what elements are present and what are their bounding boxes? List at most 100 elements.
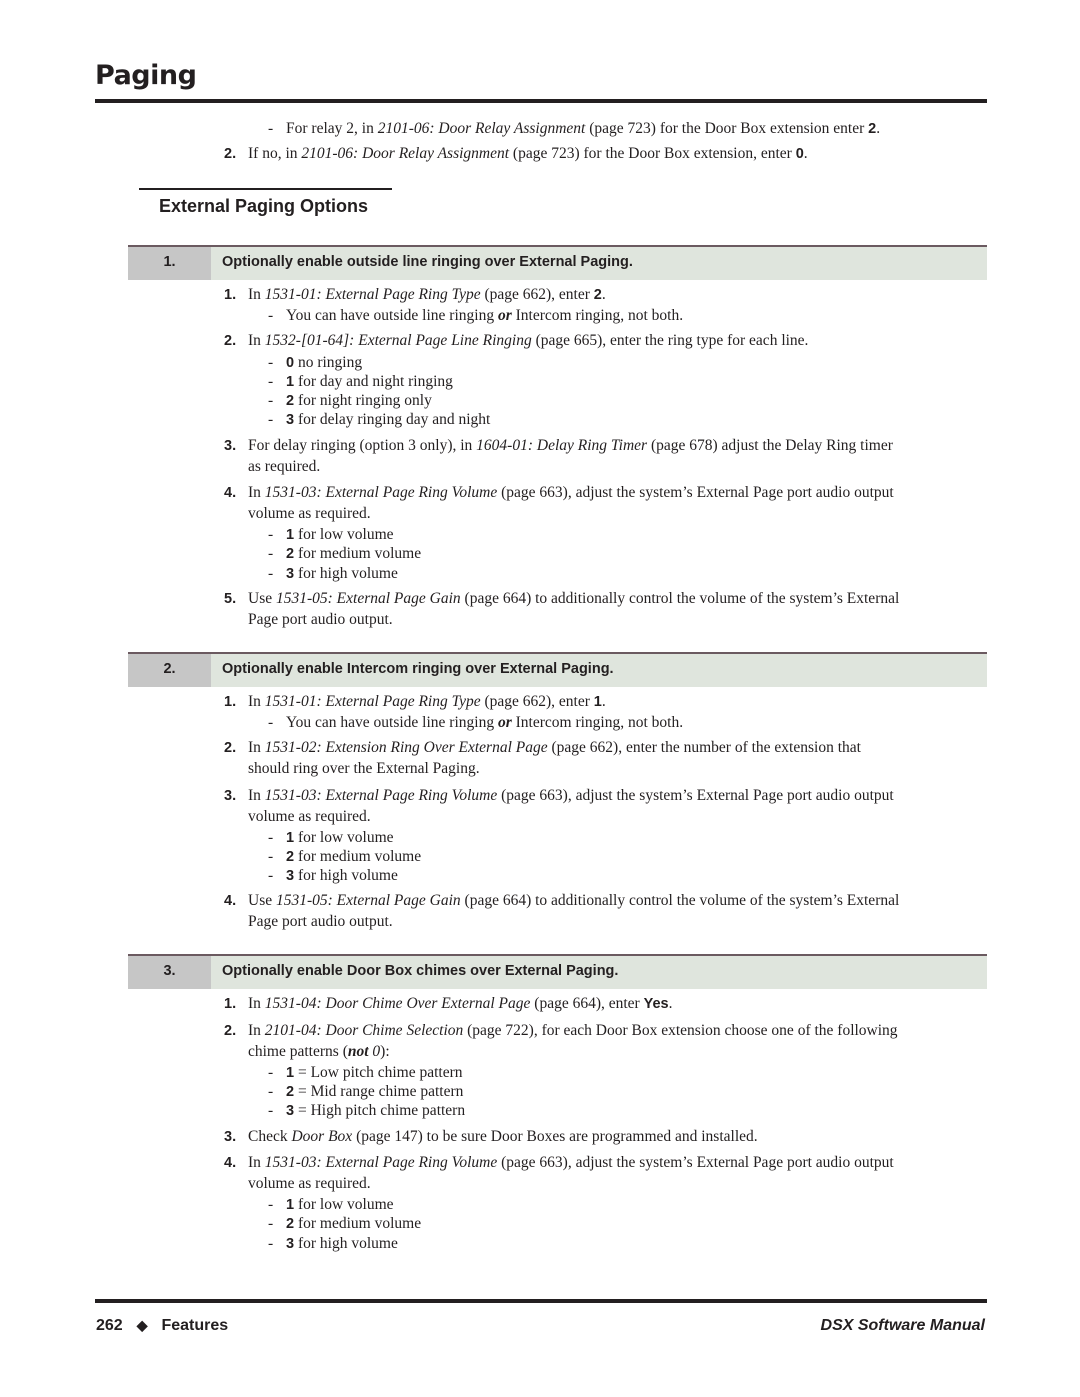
cross-reference-link[interactable]: 1531-05: External Page Gain	[276, 892, 461, 909]
cross-reference-link[interactable]: 1531-03: External Page Ring Volume	[265, 787, 497, 804]
list-item: 2. In 2101-04: Door Chime Selection (page…	[224, 1021, 898, 1041]
text: (page 678) adjust the Delay Ring timer	[647, 437, 893, 454]
item-number: 1.	[224, 996, 237, 1012]
text: If no, in	[248, 145, 302, 162]
list-item: 2. In 1531-02: Extension Ring Over Extern…	[224, 738, 861, 758]
step-number: 3.	[128, 956, 211, 989]
text: (page 662), enter	[480, 286, 594, 303]
text: (page 663), adjust the system’s External…	[497, 1154, 894, 1171]
option-value: 3	[286, 868, 295, 884]
cross-reference-link[interactable]: 1531-01: External Page Ring Type	[265, 693, 481, 710]
list-item: 5. Use 1531-05: External Page Gain (page …	[224, 589, 899, 609]
item-number: 3.	[224, 1129, 237, 1145]
list-item-continuation: volume as required.	[248, 1175, 371, 1192]
text: .	[601, 286, 606, 303]
text: (page 723) for the Door Box extension en…	[585, 120, 869, 137]
text: In	[248, 787, 265, 804]
cross-reference-link[interactable]: 2101-06: Door Relay Assignment	[378, 120, 586, 137]
option-value: 3	[286, 1103, 295, 1119]
cross-reference-link[interactable]: 2101-06: Door Relay Assignment	[301, 145, 509, 162]
manual-title: DSX Software Manual	[820, 1317, 985, 1334]
list-item: 4. In 1531-03: External Page Ring Volume …	[224, 1153, 894, 1173]
option-item: -2 for night ringing only	[268, 392, 432, 409]
text: .	[803, 145, 808, 162]
cross-reference-link[interactable]: 1531-03: External Page Ring Volume	[265, 484, 497, 501]
step-header: 3. Optionally enable Door Box chimes ove…	[128, 954, 987, 989]
list-item: 1. In 1531-01: External Page Ring Type (p…	[224, 285, 606, 305]
text: 0	[368, 1043, 381, 1060]
option-value: 1	[286, 527, 295, 543]
text: In	[248, 693, 265, 710]
text: Use	[248, 892, 276, 909]
step-header: 2. Optionally enable Intercom ringing ov…	[128, 652, 987, 687]
option-text: = Low pitch chime pattern	[294, 1064, 463, 1081]
list-item: 3. For delay ringing (option 3 only), in …	[224, 436, 893, 456]
step-number: 2.	[128, 654, 211, 687]
option-item: -1 for low volume	[268, 526, 394, 543]
option-text: for medium volume	[294, 848, 422, 865]
step-number: 1.	[128, 247, 211, 280]
value: Yes	[643, 996, 669, 1012]
text: (page 722), for each Door Box extension …	[463, 1022, 898, 1039]
text: (page 723) for the Door Box extension, e…	[509, 145, 796, 162]
title-rule	[95, 99, 987, 103]
item-number: 3.	[224, 788, 237, 804]
list-item: 3. Check Door Box (page 147) to be sure D…	[224, 1127, 758, 1147]
option-value: 1	[286, 1065, 295, 1081]
text: (page 662), enter the number of the exte…	[547, 739, 861, 756]
text: (page 147) to be sure Door Boxes are pro…	[352, 1128, 758, 1145]
list-item-continuation: should ring over the External Paging.	[248, 760, 480, 777]
step-header: 1. Optionally enable outside line ringin…	[128, 245, 987, 280]
option-value: 3	[286, 1236, 295, 1252]
list-item: 1. In 1531-04: Door Chime Over External P…	[224, 994, 672, 1014]
cross-reference-link[interactable]: 1531-02: Extension Ring Over External Pa…	[265, 739, 548, 756]
option-item: -3 = High pitch chime pattern	[268, 1102, 466, 1119]
item-number: 2.	[224, 740, 237, 756]
option-item: -1 for low volume	[268, 829, 394, 846]
value: 1	[593, 694, 602, 710]
option-value: 1	[286, 830, 295, 846]
text: For relay 2, in	[286, 120, 378, 137]
option-value: 2	[286, 1216, 295, 1232]
item-number: 3.	[224, 438, 237, 454]
cross-reference-link[interactable]: 1604-01: Delay Ring Timer	[476, 437, 647, 454]
footer-rule	[95, 1299, 987, 1303]
section-rule	[139, 188, 392, 190]
text: In	[248, 286, 265, 303]
emphasis: or	[497, 714, 512, 731]
sub-item: - You can have outside line ringing or In…	[268, 307, 684, 324]
text: In	[248, 332, 265, 349]
cross-reference-link[interactable]: 1531-05: External Page Gain	[276, 590, 461, 607]
option-value: 2	[286, 393, 295, 409]
cross-reference-link[interactable]: 1531-04: Door Chime Over External Page	[265, 995, 531, 1012]
text: (page 664), enter	[530, 995, 644, 1012]
cross-reference-link[interactable]: 1531-01: External Page Ring Type	[265, 286, 481, 303]
option-item: -2 for medium volume	[268, 1215, 422, 1232]
option-text: for delay ringing day and night	[294, 411, 491, 428]
step-title: Optionally enable outside line ringing o…	[222, 254, 633, 270]
option-value: 3	[286, 412, 295, 428]
item-number: 1.	[224, 694, 237, 710]
intro-item-2: 2. If no, in 2101-06: Door Relay Assignme…	[224, 144, 808, 164]
diamond-icon: ◆	[136, 1317, 148, 1333]
cross-reference-link[interactable]: 1531-03: External Page Ring Volume	[265, 1154, 497, 1171]
cross-reference-link[interactable]: 1532-[01-64]: External Page Line Ringing	[265, 332, 532, 349]
intro-subitem: - For relay 2, in 2101-06: Door Relay Ass…	[268, 120, 881, 137]
cross-reference-link[interactable]: 2101-04: Door Chime Selection	[265, 1022, 463, 1039]
text: In	[248, 739, 265, 756]
option-item: -3 for delay ringing day and night	[268, 411, 491, 428]
option-text: = Mid range chime pattern	[294, 1083, 464, 1100]
text: .	[668, 995, 673, 1012]
option-item: -1 for low volume	[268, 1196, 394, 1213]
text: ):	[380, 1043, 390, 1060]
option-text: for day and night ringing	[294, 373, 453, 390]
option-text: for medium volume	[294, 1215, 422, 1232]
item-number: 2.	[224, 333, 237, 349]
cross-reference-link[interactable]: Door Box	[291, 1128, 352, 1145]
list-item-continuation: volume as required.	[248, 808, 371, 825]
sub-item: - You can have outside line ringing or In…	[268, 714, 684, 731]
option-value: 2	[286, 546, 295, 562]
text: (page 663), adjust the system’s External…	[497, 484, 894, 501]
item-number: 2.	[224, 1023, 237, 1039]
footer-section: Features	[161, 1317, 229, 1334]
